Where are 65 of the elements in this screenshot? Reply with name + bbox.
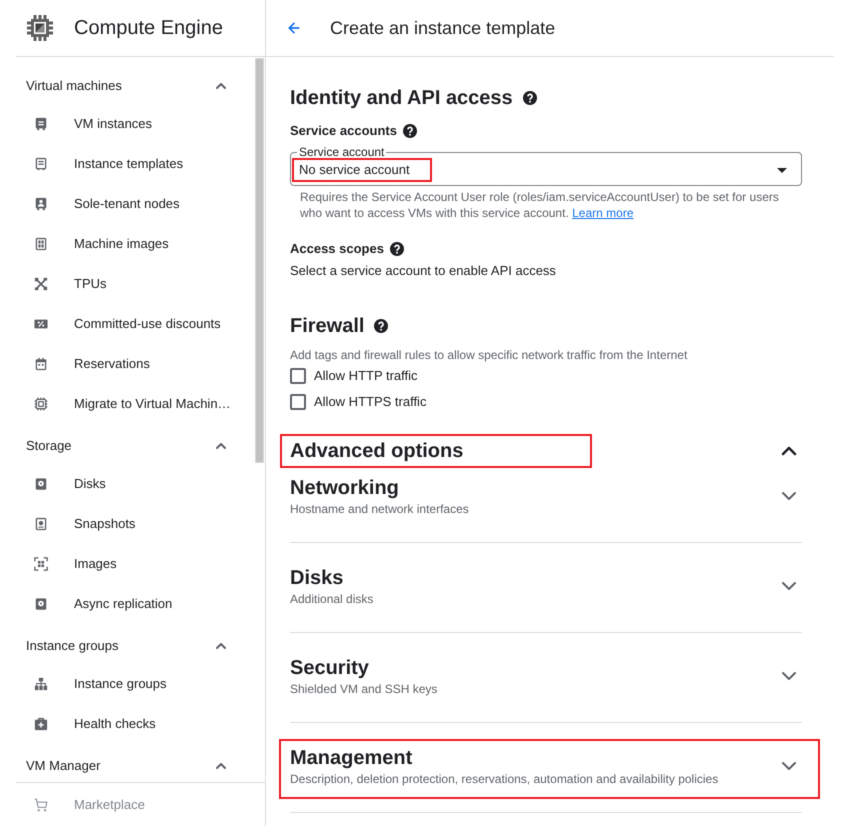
section-subtitle: Additional disks (290, 591, 374, 607)
nav-item[interactable]: Async replication (0, 584, 255, 624)
percent-tag-icon (34, 317, 48, 331)
grid-box-icon (34, 237, 48, 251)
nav-item[interactable]: Disks (0, 464, 255, 504)
crossed-tools-icon (34, 277, 48, 291)
checkbox[interactable] (290, 368, 306, 384)
helper-text: Requires the Service Account User role (roles/iam.serviceAccountUser) to be set for users who want to access VMs with this service account. Learn more (299, 189, 780, 221)
help-icon[interactable] (402, 124, 417, 138)
nav-item[interactable]: Reservations (0, 344, 255, 384)
access-scopes-text: Select a service account to enable API access (290, 262, 557, 280)
section-subtitle: Hostname and network interfaces (290, 501, 469, 517)
section-title: Advanced options (290, 439, 464, 464)
section-title: Security (290, 656, 370, 681)
nav-item[interactable]: Instance templates (0, 144, 255, 184)
section-subtitle: Description, deletion protection, reservations, automation and availability policies (290, 771, 718, 787)
scrollbar-thumb[interactable] (255, 58, 264, 463)
bracket-grid-icon (34, 557, 48, 571)
nav-item[interactable]: Sole-tenant nodes (0, 184, 255, 224)
document-icon (34, 157, 48, 171)
group-heading: Virtual machines (26, 77, 122, 96)
field-group-label: Access scopes (290, 240, 384, 258)
help-icon[interactable] (522, 91, 537, 105)
nav-item[interactable]: TPUs (0, 264, 255, 304)
page-title: Create an instance template (330, 16, 556, 40)
help-icon[interactable] (374, 319, 388, 333)
section-subtitle: Shielded VM and SSH keys (290, 681, 438, 697)
dropdown-arrow-icon (777, 168, 787, 172)
select-value: No service account (299, 161, 410, 180)
nav-item[interactable]: Snapshots (0, 504, 255, 544)
help-icon[interactable] (390, 242, 404, 256)
chip-logo-icon (26, 14, 54, 42)
person-tile-icon (34, 197, 48, 211)
floating-label: Service account (298, 145, 386, 159)
section-title: Disks (290, 566, 344, 591)
nav-item[interactable]: Instance groups (0, 664, 255, 704)
chip-icon (34, 397, 48, 411)
back-arrow-icon[interactable] (286, 20, 302, 36)
section-title: Networking (290, 476, 400, 501)
field-group-label: Service accounts (290, 122, 397, 140)
calendar-icon (34, 357, 48, 371)
nav-item[interactable]: Health checks (0, 704, 255, 744)
product-title: Compute Engine (74, 16, 223, 41)
checkbox[interactable] (290, 394, 306, 410)
checkbox-label[interactable]: Allow HTTPS traffic (314, 392, 426, 412)
hierarchy-icon (34, 677, 48, 691)
section-title: Management (290, 746, 414, 771)
nav-item[interactable]: Images (0, 544, 255, 584)
nav-item[interactable]: Migrate to Virtual Machin… (0, 384, 255, 424)
checkbox-label[interactable]: Allow HTTP traffic (314, 366, 418, 386)
nav-item[interactable]: VM instances (0, 104, 255, 144)
group-heading: Storage (26, 437, 72, 456)
medical-briefcase-icon (34, 717, 48, 731)
group-heading: Instance groups (26, 637, 119, 656)
service-account-select[interactable]: Service account No service account (290, 145, 802, 186)
group-heading: VM Manager (26, 757, 100, 776)
server-icon (34, 117, 48, 131)
section-title: Identity and API access (290, 86, 513, 111)
learn-more-link[interactable]: Learn more (572, 206, 634, 220)
nav-item[interactable]: Machine images (0, 224, 255, 264)
cart-icon (34, 798, 48, 812)
disk-outline-icon (34, 517, 48, 531)
section-title: Firewall (290, 314, 364, 339)
firewall-description: Add tags and firewall rules to allow specific network traffic from the Internet (290, 347, 688, 363)
nav-item[interactable]: Committed-use discounts (0, 304, 255, 344)
